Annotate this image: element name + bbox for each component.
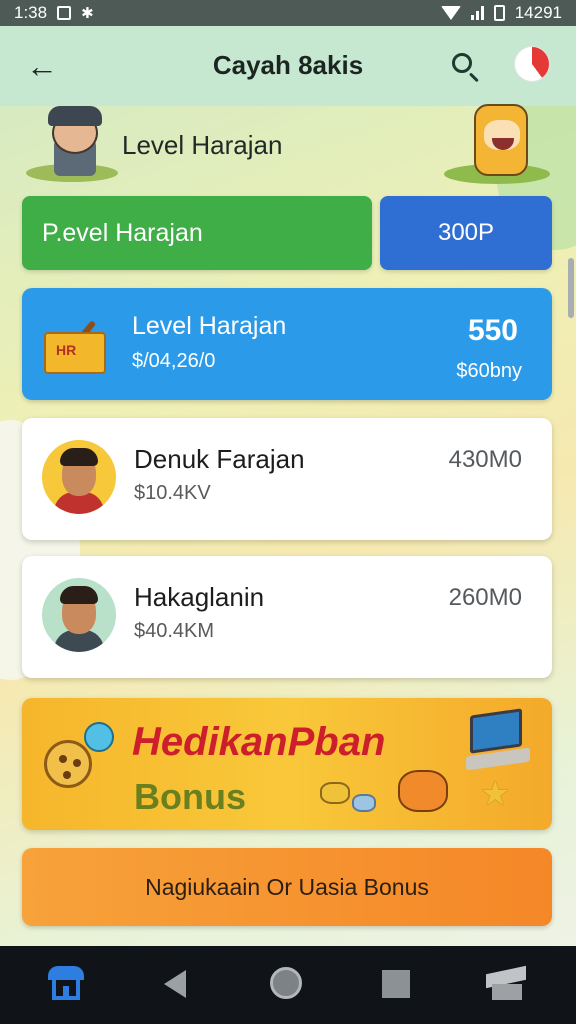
signal-icon <box>470 6 484 20</box>
banner-bonus-label: Bonus <box>134 776 246 817</box>
treasure-box-icon: HR <box>44 318 112 376</box>
avatar <box>42 440 116 514</box>
featured-card-subtitle: $/04,26/0 <box>132 350 216 372</box>
navigation-bar <box>0 946 576 1024</box>
horn-icon <box>84 722 114 752</box>
back-triangle-icon[interactable] <box>154 964 198 1004</box>
wifi-icon <box>440 6 461 20</box>
player-card[interactable]: Denuk Farajan $10.4KV 430M0 <box>22 418 552 540</box>
laptop-icon <box>466 708 532 774</box>
mascot-left-illustration <box>26 106 126 184</box>
page-title: Cayah 8akis <box>212 50 364 80</box>
featured-level-card[interactable]: HR Level Harajan $/04,26/0 550 $60bny <box>22 288 552 400</box>
scrollbar[interactable] <box>568 258 574 318</box>
player-card[interactable]: Hakaglanin $40.4KM 260M0 <box>22 556 552 678</box>
featured-card-value: 550 <box>467 314 518 347</box>
header-level-label: Level Harajan <box>122 130 283 160</box>
graduation-cap-icon[interactable] <box>484 964 528 1004</box>
points-button[interactable]: 300P <box>380 196 552 270</box>
home-circle-icon[interactable] <box>264 964 308 1004</box>
status-clock: 14291 <box>514 3 562 22</box>
coin-icon <box>320 782 350 804</box>
player-name: Denuk Farajan <box>134 444 305 474</box>
featured-card-title: Level Harajan <box>132 312 287 340</box>
avatar <box>42 578 116 652</box>
notification-icon <box>57 6 72 20</box>
star-icon: ★ <box>480 775 511 813</box>
player-score: 260M0 <box>448 584 522 611</box>
claim-bonus-button[interactable]: Nagiukaain Or Uasia Bonus <box>22 848 552 926</box>
level-button[interactable]: P.evel Harajan <box>22 196 372 270</box>
home-icon[interactable] <box>44 964 88 1004</box>
fox-icon <box>398 770 448 812</box>
app-screen: 1:38 ✱ 14291 ← Cayah 8akis Level Harajan <box>0 0 576 1024</box>
status-time: 1:38 <box>14 3 48 22</box>
player-name: Hakaglanin <box>134 582 265 612</box>
battery-icon <box>493 5 505 21</box>
bonus-banner[interactable]: HedikanPban Bonus ★ <box>22 698 552 830</box>
status-bar: 1:38 ✱ 14291 <box>0 0 576 26</box>
recents-square-icon[interactable] <box>374 964 418 1004</box>
gem-icon <box>352 794 376 812</box>
player-amount: $10.4KV <box>134 482 211 504</box>
player-score: 430M0 <box>448 446 522 473</box>
banner-title: HedikanPban <box>132 720 386 764</box>
mascot-right-illustration <box>444 98 552 186</box>
app-bar: ← Cayah 8akis <box>0 26 576 106</box>
featured-card-value-sub: $60bny <box>456 360 522 382</box>
search-icon[interactable] <box>446 48 486 88</box>
gear-icon: ✱ <box>81 5 94 22</box>
cookie-icon <box>44 740 92 788</box>
profile-avatar-button[interactable] <box>514 46 550 82</box>
player-amount: $40.4KM <box>134 620 215 642</box>
